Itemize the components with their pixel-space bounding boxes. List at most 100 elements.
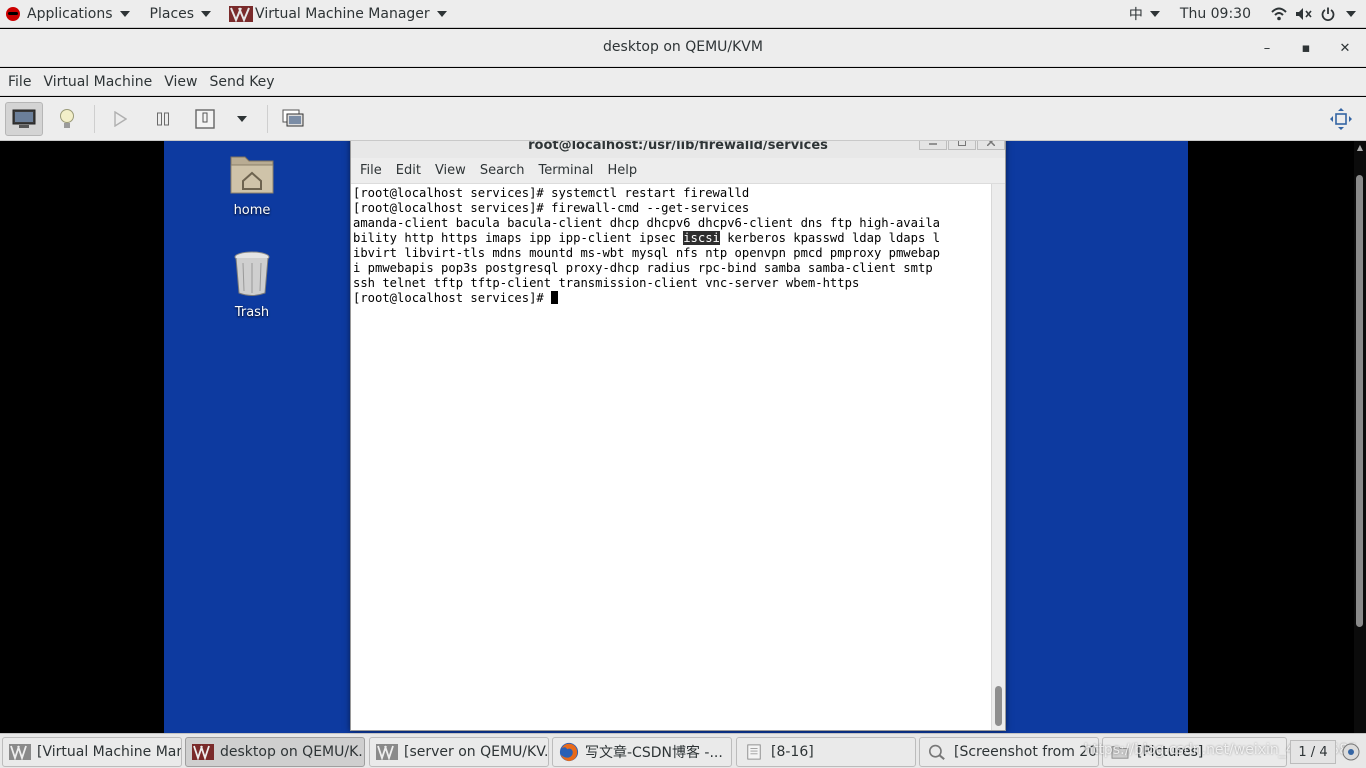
task-label: [Virtual Machine Man... <box>37 744 181 760</box>
chevron-down-icon <box>1149 10 1160 17</box>
task-label: [Screenshot from 20... <box>954 744 1099 760</box>
console-icon <box>12 109 36 128</box>
snapshots-icon <box>282 109 304 127</box>
menu-send-key[interactable]: Send Key <box>203 68 280 96</box>
task-label: 写文章-CSDN博客 -... <box>585 745 723 761</box>
guest-display[interactable]: home Trash root@localhost:/usr/lib/firew… <box>164 141 1188 733</box>
app-menu-label: Virtual Machine Manager <box>255 5 430 22</box>
places-menu[interactable]: Places <box>136 0 218 28</box>
window-title: desktop on QEMU/KVM <box>603 39 763 55</box>
terminal-line: [root@localhost services]# systemctl res… <box>353 186 750 200</box>
terminal-maximize-button[interactable] <box>948 141 976 150</box>
task-screenshot[interactable]: [Screenshot from 20... <box>919 737 1099 767</box>
task-firefox[interactable]: 写文章-CSDN博客 -... <box>552 737 732 767</box>
console-button[interactable] <box>5 102 43 136</box>
terminal-minimize-button[interactable] <box>919 141 947 150</box>
redhat-icon <box>6 6 20 21</box>
maximize-icon <box>958 141 966 146</box>
task-label: [8-16] <box>771 744 814 760</box>
power-icon <box>1321 7 1335 21</box>
snapshots-button[interactable] <box>274 102 312 136</box>
terminal-line: [root@localhost services]# firewall-cmd … <box>353 201 750 215</box>
terminal-titlebar[interactable]: root@localhost:/usr/lib/firewalld/servic… <box>351 141 1005 158</box>
input-method-menu[interactable]: 中 <box>1123 0 1174 28</box>
fullscreen-button[interactable] <box>1322 102 1360 136</box>
window-titlebar[interactable]: desktop on QEMU/KVM – ▪ ✕ <box>0 29 1366 67</box>
terminal-cursor <box>551 291 559 304</box>
task-server-on-qemu[interactable]: [server on QEMU/KV... <box>369 737 549 767</box>
image-viewer-icon <box>929 744 945 760</box>
desktop-icon-home[interactable]: home <box>212 151 292 218</box>
details-button[interactable] <box>48 102 86 136</box>
terminal-menu-help[interactable]: Help <box>600 158 644 184</box>
shutdown-button[interactable] <box>186 102 224 136</box>
terminal-title: root@localhost:/usr/lib/firewalld/servic… <box>528 141 828 153</box>
chevron-down-icon <box>436 10 447 17</box>
terminal-menu-terminal[interactable]: Terminal <box>531 158 600 184</box>
menu-file[interactable]: File <box>2 68 37 96</box>
terminal-menubar: File Edit View Search Terminal Help <box>351 158 1005 184</box>
toolbar-separator <box>267 105 268 133</box>
workspace-indicator[interactable]: 1 / 4 <box>1290 740 1336 764</box>
task-text-editor[interactable]: [8-16] <box>736 737 916 767</box>
clock[interactable]: Thu 09:30 <box>1174 0 1265 28</box>
shutdown-icon <box>195 109 215 129</box>
desktop-icon-label: Trash <box>234 305 270 320</box>
workspace-switcher-icon <box>1342 743 1360 761</box>
clock-label: Thu 09:30 <box>1179 5 1251 22</box>
terminal-menu-view[interactable]: View <box>428 158 473 184</box>
virt-manager-icon <box>376 744 398 760</box>
terminal-menu-edit[interactable]: Edit <box>389 158 428 184</box>
input-method-label: 中 <box>1128 6 1143 23</box>
pause-icon <box>157 112 169 126</box>
virt-manager-icon <box>192 744 214 760</box>
toolbar <box>0 97 1366 141</box>
viewer-scrollbar-thumb[interactable] <box>1356 175 1363 627</box>
system-menu[interactable] <box>1265 0 1366 28</box>
terminal-menu-file[interactable]: File <box>353 158 389 184</box>
run-button[interactable] <box>101 102 139 136</box>
terminal-output[interactable]: [root@localhost services]# systemctl res… <box>351 184 991 730</box>
window-list: [Virtual Machine Man... desktop on QEMU/… <box>0 733 1366 768</box>
details-lightbulb-icon <box>60 109 74 128</box>
task-label: [server on QEMU/KV... <box>404 744 549 760</box>
firefox-icon <box>559 742 579 762</box>
minimize-icon <box>929 142 937 145</box>
menu-virtual-machine[interactable]: Virtual Machine <box>37 68 158 96</box>
virt-manager-icon <box>9 744 31 760</box>
terminal-window[interactable]: root@localhost:/usr/lib/firewalld/servic… <box>350 141 1006 731</box>
terminal-scrollbar[interactable] <box>991 184 1005 730</box>
terminal-selection: iscsi <box>683 231 720 245</box>
app-menu[interactable]: Virtual Machine Manager <box>217 0 453 28</box>
viewer-scrollbar[interactable]: ▲ <box>1354 141 1366 733</box>
task-virtual-machine-manager[interactable]: [Virtual Machine Man... <box>2 737 182 767</box>
terminal-menu-search[interactable]: Search <box>473 158 532 184</box>
menubar: File Virtual Machine View Send Key <box>0 68 1366 96</box>
shutdown-menu-icon <box>237 116 247 122</box>
close-icon <box>987 141 995 146</box>
shutdown-menu-button[interactable] <box>223 102 261 136</box>
chevron-down-icon <box>201 10 212 17</box>
scroll-up-icon[interactable]: ▲ <box>1354 143 1366 153</box>
close-button[interactable]: ✕ <box>1334 37 1356 59</box>
workspace-switcher-button[interactable] <box>1340 740 1362 764</box>
pause-button[interactable] <box>144 102 182 136</box>
minimize-button[interactable]: – <box>1256 37 1278 59</box>
menu-view[interactable]: View <box>158 68 203 96</box>
applications-menu[interactable]: Applications <box>0 0 136 28</box>
places-label: Places <box>149 5 195 22</box>
task-label: desktop on QEMU/K... <box>220 744 365 760</box>
terminal-scrollbar-thumb[interactable] <box>995 686 1002 726</box>
terminal-close-button[interactable] <box>977 141 1005 150</box>
task-desktop-on-qemu[interactable]: desktop on QEMU/K... <box>185 737 365 767</box>
fullscreen-icon <box>1330 108 1352 130</box>
maximize-button[interactable]: ▪ <box>1295 37 1317 59</box>
text-editor-icon <box>747 744 761 760</box>
chevron-down-icon <box>119 10 130 17</box>
virt-manager-icon <box>229 5 254 23</box>
trash-icon <box>234 251 270 296</box>
home-folder-icon <box>230 156 274 194</box>
volume-muted-icon <box>1296 7 1312 20</box>
desktop-icon-trash[interactable]: Trash <box>212 249 292 320</box>
desktop-icon-label: home <box>233 203 271 218</box>
